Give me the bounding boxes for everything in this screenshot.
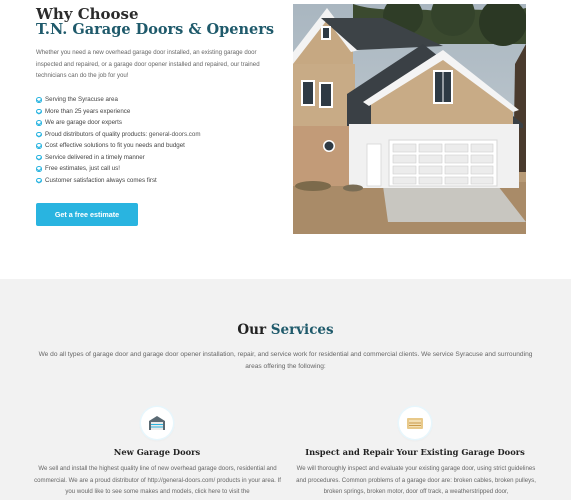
services-heading-plain: Our: [237, 322, 267, 338]
free-estimate-button[interactable]: Get a free estimate: [36, 203, 138, 226]
garage-door-icon: [141, 407, 173, 439]
service-title: Inspect and Repair Your Existing Garage …: [305, 447, 525, 457]
check-circle-icon: [36, 166, 42, 172]
list-item: We are garage door experts: [36, 117, 200, 129]
check-circle-icon: [36, 97, 42, 103]
check-circle-icon: [36, 143, 42, 149]
check-circle-icon: [36, 154, 42, 160]
check-circle-icon: [36, 131, 42, 137]
distributor-link[interactable]: general-doors.com: [149, 131, 201, 138]
services-heading: Our Services: [0, 322, 571, 338]
services-heading-accent: Services: [270, 322, 334, 338]
services-section: Our Services We do all types of garage d…: [0, 279, 571, 500]
list-item: Free estimates, just call us!: [36, 163, 200, 175]
why-choose-section: Why Choose T.N. Garage Doors & Openers W…: [0, 0, 571, 279]
list-item: Service delivered in a timely manner: [36, 152, 200, 164]
check-circle-icon: [36, 177, 42, 183]
list-item: More than 25 years experience: [36, 106, 200, 118]
list-item: Cost effective solutions to fit you need…: [36, 140, 200, 152]
house-garage-photo: [293, 4, 526, 234]
check-circle-icon: [36, 120, 42, 126]
benefits-list: Serving the Syracuse area More than 25 y…: [36, 94, 200, 186]
service-description: We will thoroughly inspect and evaluate …: [296, 465, 536, 495]
company-name-heading: T.N. Garage Doors & Openers: [36, 21, 275, 38]
garage-door-repair-icon: [399, 407, 431, 439]
list-item: Proud distributors of quality products: …: [36, 129, 200, 141]
services-intro: We do all types of garage door and garag…: [38, 351, 533, 370]
why-intro-text: Whether you need a new overhead garage d…: [36, 49, 260, 79]
service-title: New Garage Doors: [113, 447, 201, 457]
check-circle-icon: [36, 108, 42, 114]
service-description: We sell and install the highest quality …: [34, 465, 281, 495]
list-item: Customer satisfaction always comes first: [36, 175, 200, 187]
list-item: Serving the Syracuse area: [36, 94, 200, 106]
